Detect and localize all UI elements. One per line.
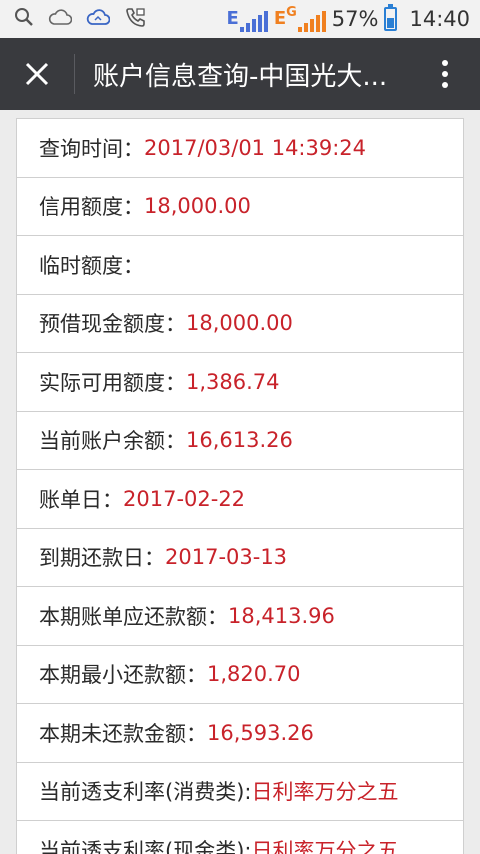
- info-value: 1,386.74: [186, 369, 280, 394]
- info-row: 到期还款日： 2017-03-13: [17, 527, 463, 587]
- info-row: 当前账户余额： 16,613.26: [17, 410, 463, 470]
- info-label: 当前透支利率(现金类):: [39, 838, 252, 854]
- app-bar: 账户信息查询-中国光大...: [0, 38, 480, 110]
- info-label: 当前账户余额：: [39, 429, 186, 454]
- network-signal-2: E G: [274, 6, 326, 32]
- info-label: 临时额度：: [39, 253, 144, 278]
- info-row: 账单日： 2017-02-22: [17, 469, 463, 528]
- info-value: 18,413.96: [228, 603, 335, 628]
- info-row: 信用额度： 18,000.00: [17, 176, 463, 236]
- info-row: 当前透支利率(现金类): 日利率万分之五: [17, 820, 463, 854]
- info-value: 2017/03/01 14:39:24: [144, 135, 367, 160]
- network-signal-1: E: [227, 6, 268, 32]
- status-bar: E E G 57% 14:40: [0, 0, 480, 38]
- close-button[interactable]: [0, 38, 74, 110]
- info-row: 查询时间： 2017/03/01 14:39:24: [17, 118, 463, 177]
- info-label: 当前透支利率(消费类):: [39, 780, 252, 805]
- info-label: 信用额度：: [39, 195, 144, 220]
- info-value: 18,000.00: [144, 194, 251, 219]
- info-value: 2017-03-13: [165, 545, 288, 570]
- battery-icon: [384, 4, 398, 31]
- info-value: 18,000.00: [186, 311, 293, 336]
- info-label: 实际可用额度：: [39, 370, 186, 395]
- info-label: 本期最小还款额：: [39, 663, 207, 688]
- page-title: 账户信息查询-中国光大...: [93, 61, 388, 92]
- cloud-icon: [48, 8, 73, 30]
- info-label: 账单日：: [39, 487, 123, 512]
- info-value: 2017-02-22: [123, 486, 246, 511]
- network-type-label: E: [273, 8, 287, 29]
- more-vert-icon: [442, 60, 448, 88]
- account-info-list: 查询时间： 2017/03/01 14:39:24 信用额度： 18,000.00 临时…: [16, 118, 464, 854]
- info-row: 本期最小还款额： 1,820.70: [17, 644, 463, 704]
- info-value: 16,613.26: [186, 428, 293, 453]
- info-value: 1,820.70: [207, 662, 301, 687]
- info-row: 实际可用额度： 1,386.74: [17, 352, 463, 411]
- content-area[interactable]: 查询时间： 2017/03/01 14:39:24 信用额度： 18,000.00 临时…: [0, 110, 480, 854]
- info-value: 日利率万分之五: [251, 838, 399, 854]
- clock: 14:40: [409, 7, 470, 31]
- info-label: 本期账单应还款额：: [39, 604, 228, 629]
- notification-icons: [14, 7, 146, 31]
- signal-bars-icon: [239, 10, 268, 32]
- status-indicators: E E G 57% 14:40: [227, 4, 470, 32]
- signal-bars-icon: [297, 10, 326, 32]
- info-row: 本期账单应还款额： 18,413.96: [17, 586, 463, 645]
- network-type-label: G: [286, 5, 297, 20]
- info-value: 16,593.26: [207, 720, 314, 745]
- info-label: 查询时间：: [39, 136, 144, 161]
- network-type-label: E: [226, 8, 239, 29]
- info-row: 预借现金额度： 18,000.00: [17, 293, 463, 353]
- search-icon: [14, 7, 34, 31]
- info-label: 本期未还款金额：: [39, 721, 207, 746]
- phone-icon: [124, 7, 146, 31]
- info-row: 本期未还款金额： 16,593.26: [17, 703, 463, 762]
- info-row: 临时额度：: [17, 235, 463, 294]
- info-row: 当前透支利率(消费类): 日利率万分之五: [17, 761, 463, 821]
- close-icon: [25, 62, 49, 86]
- battery-percent: 57%: [331, 7, 379, 31]
- info-value: 日利率万分之五: [251, 780, 399, 805]
- info-label: 预借现金额度：: [39, 312, 186, 337]
- cloud-sync-icon: [86, 8, 111, 30]
- more-options-button[interactable]: [410, 38, 480, 110]
- info-label: 到期还款日：: [39, 546, 165, 571]
